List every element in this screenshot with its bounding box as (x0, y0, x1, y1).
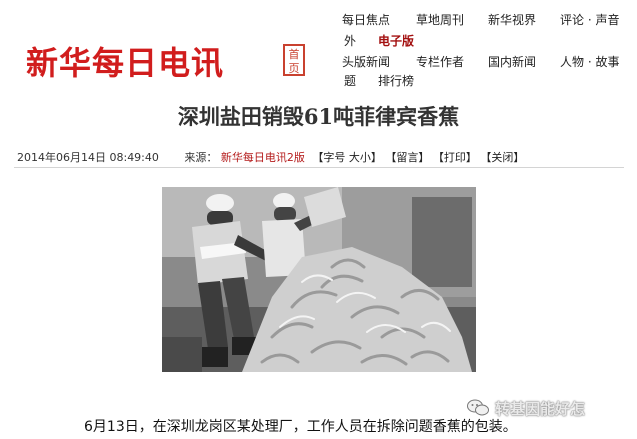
nav-link-grassland-weekly[interactable]: 草地周刊 (416, 10, 464, 30)
article-source: 新华每日电讯2版 (220, 151, 305, 164)
nav-link-electronic-edition[interactable]: 电子版 (378, 31, 414, 51)
nav-link-people-stories[interactable]: 人物 · 故事 (560, 52, 619, 72)
nav-link-daily-focus[interactable]: 每日焦点 (342, 10, 390, 30)
source-label: 来源： (184, 151, 218, 164)
article-meta: 2014年06月14日 08:49:40 来源： 新华每日电讯2版 【字号 大小… (17, 149, 524, 165)
wechat-icon (467, 399, 489, 416)
nav-link-topic-fragment[interactable]: 题 (344, 71, 356, 91)
font-size-tool[interactable]: 【字号 大小】 (312, 151, 382, 164)
site-logo[interactable]: 新华每日电讯 (26, 38, 224, 84)
nav-link-commentary-voice[interactable]: 评论 · 声音 (560, 10, 619, 30)
watermark-text: 转基因能好怎 (495, 399, 586, 418)
masthead: 新华每日电讯 首页 每日焦点 草地周刊 新华视界 评论 · 声音 外 电子版 头… (0, 0, 637, 96)
photo-caption: 6月13日，在深圳龙岗区某处理厂，工作人员在拆除问题香蕉的包装。 (84, 419, 517, 435)
comment-tool[interactable]: 【留言】 (385, 151, 429, 164)
article-photo (162, 187, 476, 372)
nav-link-xinhua-vision[interactable]: 新华视界 (488, 10, 536, 30)
nav-link-domestic-news[interactable]: 国内新闻 (488, 52, 536, 72)
nav-link-wrap-fragment[interactable]: 外 (344, 31, 356, 51)
wechat-watermark: 转基因能好怎 (467, 395, 585, 421)
nav-link-rankings[interactable]: 排行榜 (378, 71, 414, 91)
article-title: 深圳盐田销毁61吨菲律宾香蕉 (177, 104, 460, 129)
close-tool[interactable]: 【关闭】 (480, 151, 524, 164)
article-datetime: 2014年06月14日 08:49:40 (17, 151, 159, 164)
divider (14, 167, 624, 168)
nav-link-front-page-news[interactable]: 头版新闻 (342, 52, 390, 72)
print-tool[interactable]: 【打印】 (433, 151, 477, 164)
home-seal-icon[interactable]: 首页 (283, 44, 305, 76)
nav-link-columnists[interactable]: 专栏作者 (416, 52, 464, 72)
banana-disposal-photo (162, 187, 476, 372)
